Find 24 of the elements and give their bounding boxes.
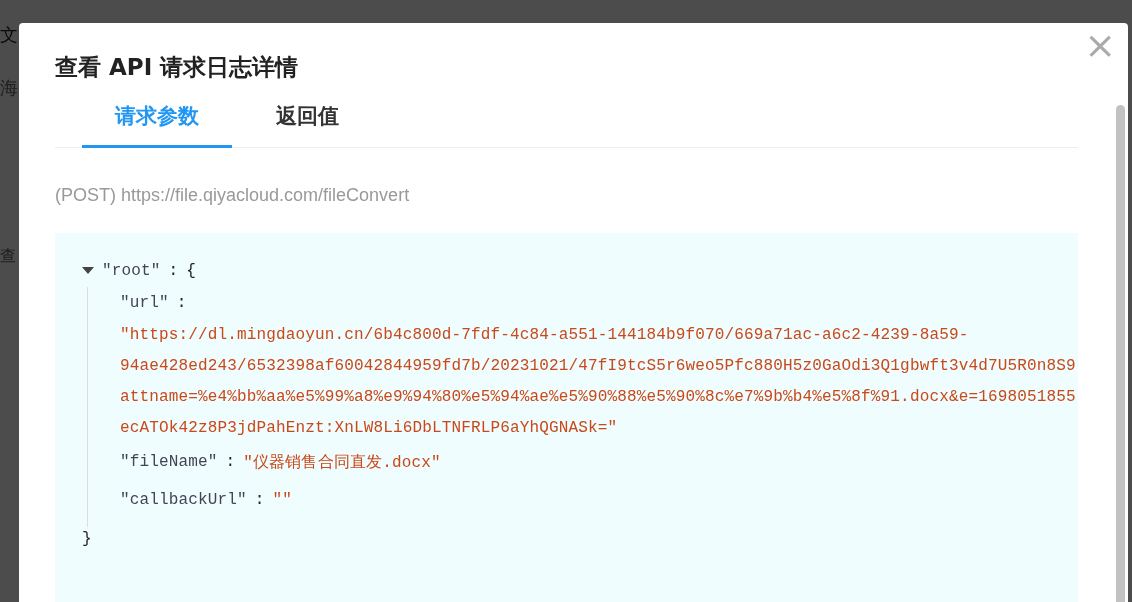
json-key: "url" [120,294,169,312]
json-value-line: "https://dl.mingdaoyun.cn/6b4c800d-7fdf-4c84-a551-144184b9f070/669a71ac-a6c2-4239-8a59- [120,325,969,344]
json-value-line: attname=%e4%bb%aa%e5%99%a8%e9%94%80%e5%94%ae%e5%90%88%e5%90%8c%e7%9b%b4%e5%8f%91.docx&e=1698051855 [120,387,1076,406]
json-value-line: 94ae428ed243/6532398af60042844959fd7b/20231021/47fI9tcS5r6weo5Pfc880H5z0GaOdi3Q1gbwft3v4d7U5R0n8S9 [120,356,1076,375]
json-brace: } [82,530,92,548]
json-value-line: ecATOk42z8P3jdPahEnzt:XnLW8Li6DbLTNFRLP6aYhQGNASk=" [120,418,618,437]
json-colon: : [225,453,236,471]
json-brace: { [186,262,197,280]
request-url: (POST) https://file.qiyacloud.com/fileConvert [55,185,411,206]
close-button[interactable]: × [1084,25,1116,65]
json-value: "" [272,491,293,509]
json-key: "root" [102,262,161,280]
tab[interactable]: 返回值 [232,97,382,148]
json-key: "fileName" [120,453,218,471]
dialog-title: 查看 API 请求日志详情 [55,53,299,82]
json-value: "仪器销售合同直发.docx" [243,452,441,473]
tab[interactable]: 请求参数 [82,97,232,148]
json-colon: : [168,262,179,280]
json-colon: : [254,491,265,509]
collapse-toggle[interactable] [82,267,94,275]
page-title: 文 [0,23,18,47]
json-colon: : [176,294,187,312]
json-key: "callbackUrl" [120,491,247,509]
scrollbar[interactable] [1116,105,1125,602]
